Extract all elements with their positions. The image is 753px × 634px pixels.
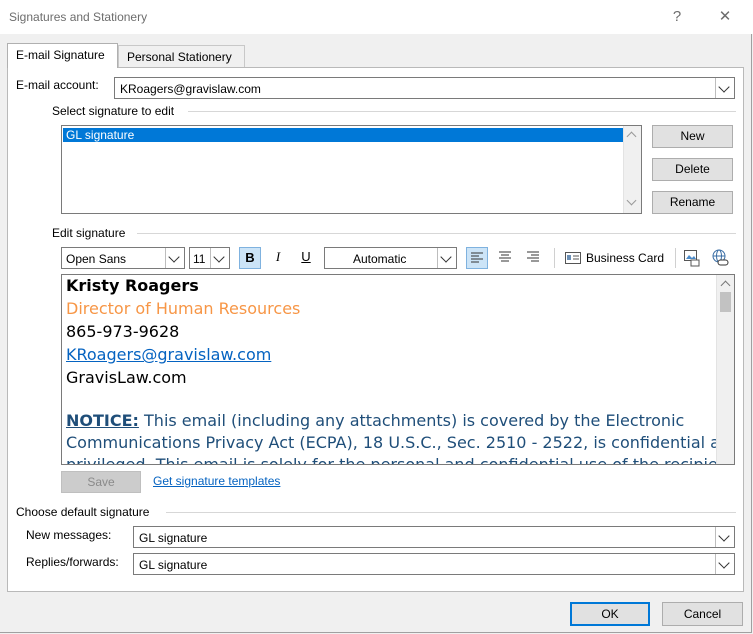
tab-label: Personal Stationery <box>127 50 232 64</box>
signature-phone: 865-973-9628 <box>66 322 180 341</box>
signature-notice-line-3: privileged. This email is solely for the… <box>66 455 735 465</box>
divider <box>166 512 736 513</box>
font-select[interactable]: Open Sans <box>61 247 185 269</box>
business-card-icon <box>565 252 581 264</box>
underline-button[interactable]: U <box>295 247 317 269</box>
scrollbar-thumb[interactable] <box>720 292 731 312</box>
select-signature-label: Select signature to edit <box>52 104 175 118</box>
list-item[interactable]: GL signature <box>63 128 623 142</box>
cancel-button[interactable]: Cancel <box>662 602 743 626</box>
save-button[interactable]: Save <box>61 471 141 493</box>
tab-label: E-mail Signature <box>16 48 105 62</box>
chevron-down-icon <box>715 554 734 574</box>
business-card-button[interactable]: Business Card <box>562 247 670 269</box>
tab-personal-stationery[interactable]: Personal Stationery <box>118 45 245 67</box>
business-card-label: Business Card <box>586 251 665 265</box>
font-value: Open Sans <box>66 252 127 266</box>
chevron-down-icon <box>626 195 637 206</box>
chevron-up-icon <box>626 131 637 142</box>
font-size-select[interactable]: 11 <box>189 247 230 269</box>
new-messages-select[interactable]: GL signature <box>133 526 735 548</box>
choose-default-label: Choose default signature <box>16 505 150 519</box>
signature-website: GravisLaw.com <box>66 368 187 387</box>
hyperlink-icon <box>712 249 729 266</box>
chevron-down-icon <box>715 78 734 98</box>
align-center-icon <box>499 251 511 262</box>
email-account-label: E-mail account: <box>16 78 99 92</box>
italic-button[interactable]: I <box>267 247 289 269</box>
new-button[interactable]: New <box>652 125 733 148</box>
notice-label: NOTICE: <box>66 411 139 430</box>
toolbar-divider <box>554 248 555 268</box>
rename-button[interactable]: Rename <box>652 191 733 214</box>
signature-item-label: GL signature <box>66 128 135 142</box>
list-scrollbar[interactable] <box>623 126 641 213</box>
insert-picture-button[interactable] <box>681 247 703 269</box>
chevron-down-icon <box>715 527 734 547</box>
signature-notice-line-1: NOTICE: This email (including any attach… <box>66 410 684 432</box>
get-signature-templates-link[interactable]: Get signature templates <box>153 474 280 488</box>
replies-forwards-label: Replies/forwards: <box>26 555 119 569</box>
bold-button[interactable]: B <box>239 247 261 269</box>
chevron-down-icon <box>210 248 229 268</box>
close-button[interactable]: ✕ <box>710 6 740 28</box>
chevron-down-icon <box>437 248 456 268</box>
signature-name: Kristy Roagers <box>66 276 199 295</box>
font-size-value: 11 <box>193 252 206 266</box>
editor-scrollbar[interactable] <box>716 275 734 464</box>
email-account-select[interactable]: KRoagers@gravislaw.com <box>114 77 735 99</box>
signature-notice-line-2: Communications Privacy Act (ECPA), 18 U.… <box>66 433 735 452</box>
align-center-button[interactable] <box>494 247 516 269</box>
ok-button[interactable]: OK <box>570 602 650 626</box>
edit-signature-label: Edit signature <box>52 226 126 240</box>
replies-forwards-value: GL signature <box>139 558 208 572</box>
signature-list[interactable]: GL signature <box>61 125 642 214</box>
font-color-select[interactable]: Automatic <box>324 247 457 269</box>
new-messages-value: GL signature <box>139 531 208 545</box>
notice-text: This email (including any attachments) i… <box>138 411 685 430</box>
toolbar-divider <box>675 248 676 268</box>
chevron-down-icon <box>165 248 184 268</box>
chevron-up-icon <box>720 280 731 291</box>
align-right-button[interactable] <box>522 247 544 269</box>
divider <box>188 111 736 112</box>
help-button[interactable]: ? <box>662 6 692 28</box>
picture-icon <box>684 250 700 267</box>
tab-email-signature[interactable]: E-mail Signature <box>7 43 118 68</box>
email-account-value: KRoagers@gravislaw.com <box>120 82 261 96</box>
divider <box>137 233 736 234</box>
window-title: Signatures and Stationery <box>9 10 148 24</box>
replies-forwards-select[interactable]: GL signature <box>133 553 735 575</box>
new-messages-label: New messages: <box>26 528 112 542</box>
delete-button[interactable]: Delete <box>652 158 733 181</box>
align-left-icon <box>471 252 483 263</box>
align-right-icon <box>527 251 539 262</box>
signature-title: Director of Human Resources <box>66 299 301 318</box>
align-left-button[interactable] <box>466 247 488 269</box>
insert-hyperlink-button[interactable] <box>709 247 731 269</box>
signature-editor[interactable]: Kristy Roagers Director of Human Resourc… <box>61 274 735 465</box>
signature-email-link[interactable]: KRoagers@gravislaw.com <box>66 344 271 366</box>
font-color-value: Automatic <box>353 252 407 266</box>
